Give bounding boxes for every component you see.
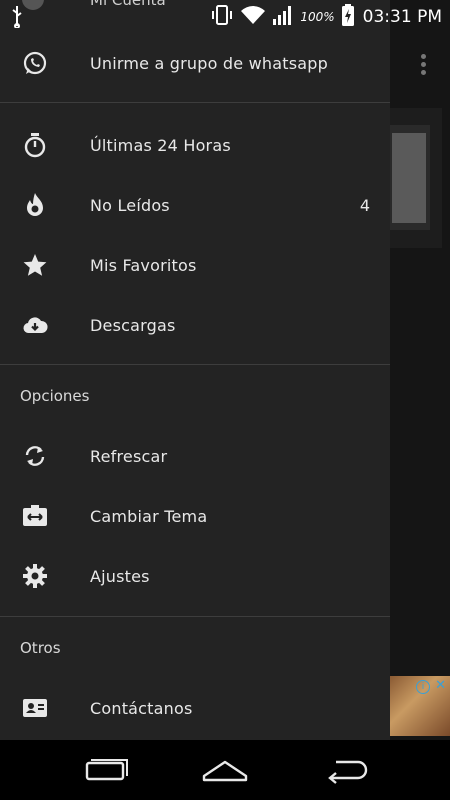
menu-item-unread[interactable]: No Leídos 4 <box>0 175 390 235</box>
menu-item-last-24-hours[interactable]: Últimas 24 Horas <box>0 115 390 175</box>
ad-info-icon[interactable]: i <box>416 680 430 694</box>
whatsapp-group-label: Unirme a grupo de whatsapp <box>90 53 328 73</box>
menu-item-change-theme[interactable]: Cambiar Tema <box>0 486 390 546</box>
divider <box>0 102 390 103</box>
signal-icon <box>272 4 294 30</box>
usb-icon <box>10 4 24 32</box>
timer-icon <box>22 132 48 158</box>
back-icon[interactable] <box>322 754 372 786</box>
star-icon <box>22 252 48 278</box>
clock: 03:31 PM <box>362 7 442 27</box>
menu-item-label: Descargas <box>90 315 176 335</box>
menu-item-favorites[interactable]: Mis Favoritos <box>0 235 390 295</box>
menu-item-contact[interactable]: Contáctanos <box>0 678 390 738</box>
swap-theme-icon <box>22 503 48 529</box>
battery-charging-icon <box>341 3 355 31</box>
menu-item-label: Mis Favoritos <box>90 255 197 275</box>
menu-item-settings[interactable]: Ajustes <box>0 546 390 606</box>
whatsapp-icon <box>22 50 48 76</box>
navigation-drawer: Mi Cuenta Unirme a grupo de whatsapp Últ… <box>0 0 390 740</box>
divider <box>0 364 390 365</box>
background-post-thumbnail <box>388 125 430 230</box>
ad-close-icon[interactable]: ✕ <box>435 678 446 693</box>
status-bar: 100% 03:31 PM <box>0 0 450 34</box>
menu-item-label: Últimas 24 Horas <box>90 135 231 155</box>
recent-apps-icon[interactable] <box>80 754 130 786</box>
menu-item-label: Cambiar Tema <box>90 506 208 526</box>
menu-item-label: Ajustes <box>90 566 150 586</box>
cloud-download-icon <box>22 312 48 338</box>
home-icon[interactable] <box>200 754 250 786</box>
section-header-others: Otros <box>20 639 61 657</box>
flame-icon <box>22 192 48 218</box>
menu-item-label: Refrescar <box>90 446 168 466</box>
divider <box>0 616 390 617</box>
menu-item-refresh[interactable]: Refrescar <box>0 426 390 486</box>
refresh-icon <box>22 443 48 469</box>
whatsapp-group-item[interactable]: Unirme a grupo de whatsapp <box>0 33 390 93</box>
overflow-menu-icon[interactable] <box>416 54 430 82</box>
menu-item-label: Contáctanos <box>90 698 193 718</box>
menu-item-downloads[interactable]: Descargas <box>0 295 390 355</box>
wifi-icon <box>240 4 266 30</box>
battery-percent: 100% <box>300 10 335 24</box>
contact-card-icon <box>22 695 48 721</box>
gear-icon <box>22 563 48 589</box>
vibrate-icon <box>210 3 234 31</box>
unread-count-badge: 4 <box>359 195 370 215</box>
section-header-options: Opciones <box>20 387 90 405</box>
ad-banner[interactable]: i ✕ <box>390 676 450 736</box>
system-navigation-bar <box>0 740 450 800</box>
menu-item-label: No Leídos <box>90 195 170 215</box>
